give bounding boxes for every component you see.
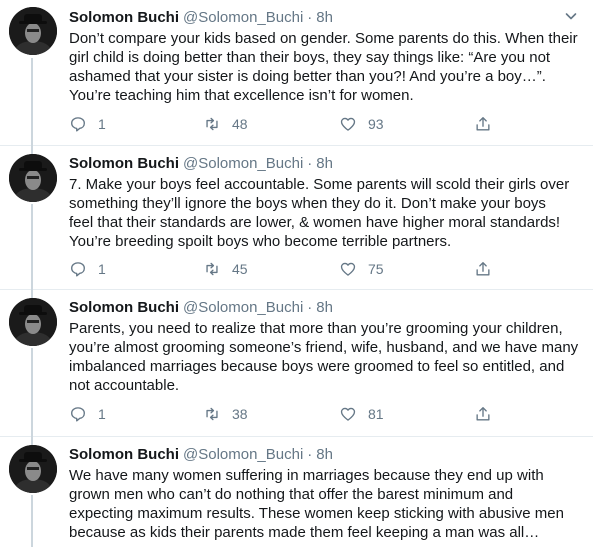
reply-count: 1	[98, 406, 106, 422]
author-name[interactable]: Solomon Buchi	[69, 155, 179, 172]
thread-line	[31, 348, 33, 437]
tweet-actions: 1 45 75	[69, 259, 509, 279]
share-button[interactable]	[474, 259, 492, 279]
thread-line	[31, 58, 33, 146]
tweet-text: Don’t compare your kids based on gender.…	[69, 30, 578, 104]
reply-button[interactable]: 1	[69, 259, 106, 279]
heart-icon	[339, 405, 357, 423]
share-icon	[474, 405, 492, 423]
retweet-button[interactable]: 38	[203, 404, 248, 424]
retweet-count: 48	[232, 116, 248, 132]
share-icon	[474, 260, 492, 278]
tweet-text: We have many women suffering in marriage…	[69, 467, 564, 541]
retweet-icon	[203, 115, 221, 133]
tweet-actions: 1 48 93	[69, 114, 509, 134]
avatar-image	[9, 445, 57, 493]
tweet-text: 7. Make your boys feel accountable. Some…	[69, 176, 570, 250]
reply-icon	[69, 260, 87, 278]
separator: ·	[307, 446, 313, 463]
separator: ·	[307, 9, 313, 26]
avatar-image	[9, 154, 57, 202]
timestamp[interactable]: 8h	[316, 299, 333, 316]
retweet-count: 45	[232, 261, 248, 277]
reply-icon	[69, 405, 87, 423]
thread-line	[31, 290, 33, 298]
retweet-icon	[203, 260, 221, 278]
timestamp[interactable]: 8h	[316, 9, 333, 26]
tweet[interactable]: Solomon Buchi @Solomon_Buchi · 8h 7. Make y…	[0, 146, 593, 290]
like-button[interactable]: 75	[339, 259, 384, 279]
author-handle[interactable]: @Solomon_Buchi	[183, 446, 303, 463]
tweet-header: Solomon Buchi @Solomon_Buchi · 8h	[69, 9, 563, 27]
thread-line	[31, 437, 33, 445]
like-button[interactable]: 93	[339, 114, 384, 134]
separator: ·	[307, 299, 313, 316]
author-name[interactable]: Solomon Buchi	[69, 9, 179, 26]
retweet-icon	[203, 405, 221, 423]
author-handle[interactable]: @Solomon_Buchi	[183, 9, 303, 26]
retweet-button[interactable]: 48	[203, 114, 248, 134]
timestamp[interactable]: 8h	[316, 446, 333, 463]
heart-icon	[339, 115, 357, 133]
retweet-button[interactable]: 45	[203, 259, 248, 279]
tweet[interactable]: Solomon Buchi @Solomon_Buchi · 8h Don’t com…	[0, 0, 593, 146]
reply-button[interactable]: 1	[69, 404, 106, 424]
reply-count: 1	[98, 116, 106, 132]
share-icon	[474, 115, 492, 133]
reply-button[interactable]: 1	[69, 114, 106, 134]
retweet-count: 38	[232, 406, 248, 422]
author-name[interactable]: Solomon Buchi	[69, 446, 179, 463]
tweet-text: Parents, you need to realize that more t…	[69, 320, 579, 394]
like-count: 93	[368, 116, 384, 132]
avatar[interactable]	[9, 445, 57, 493]
reply-count: 1	[98, 261, 106, 277]
thread-line	[31, 146, 33, 154]
avatar[interactable]	[9, 154, 57, 202]
tweet[interactable]: Solomon Buchi @Solomon_Buchi · 8h Parents, …	[0, 290, 593, 437]
share-button[interactable]	[474, 404, 492, 424]
avatar-image	[9, 7, 57, 55]
like-count: 75	[368, 261, 384, 277]
share-button[interactable]	[474, 114, 492, 134]
thread-line	[31, 204, 33, 290]
author-handle[interactable]: @Solomon_Buchi	[183, 299, 303, 316]
thread-line	[31, 495, 33, 547]
avatar[interactable]	[9, 298, 57, 346]
like-count: 81	[368, 406, 384, 422]
reply-icon	[69, 115, 87, 133]
author-handle[interactable]: @Solomon_Buchi	[183, 155, 303, 172]
heart-icon	[339, 260, 357, 278]
avatar[interactable]	[9, 7, 57, 55]
timestamp[interactable]: 8h	[316, 155, 333, 172]
tweet-header: Solomon Buchi @Solomon_Buchi · 8h	[69, 446, 563, 464]
like-button[interactable]: 81	[339, 404, 384, 424]
separator: ·	[307, 155, 313, 172]
avatar-image	[9, 298, 57, 346]
tweet-thread: Solomon Buchi @Solomon_Buchi · 8h Don’t com…	[0, 0, 593, 547]
author-name[interactable]: Solomon Buchi	[69, 299, 179, 316]
tweet[interactable]: Solomon Buchi @Solomon_Buchi · 8h We have m…	[0, 437, 593, 547]
tweet-actions: 1 38 81	[69, 404, 509, 424]
chevron-down-icon[interactable]	[563, 8, 579, 24]
tweet-header: Solomon Buchi @Solomon_Buchi · 8h	[69, 155, 563, 173]
tweet-header: Solomon Buchi @Solomon_Buchi · 8h	[69, 299, 563, 317]
